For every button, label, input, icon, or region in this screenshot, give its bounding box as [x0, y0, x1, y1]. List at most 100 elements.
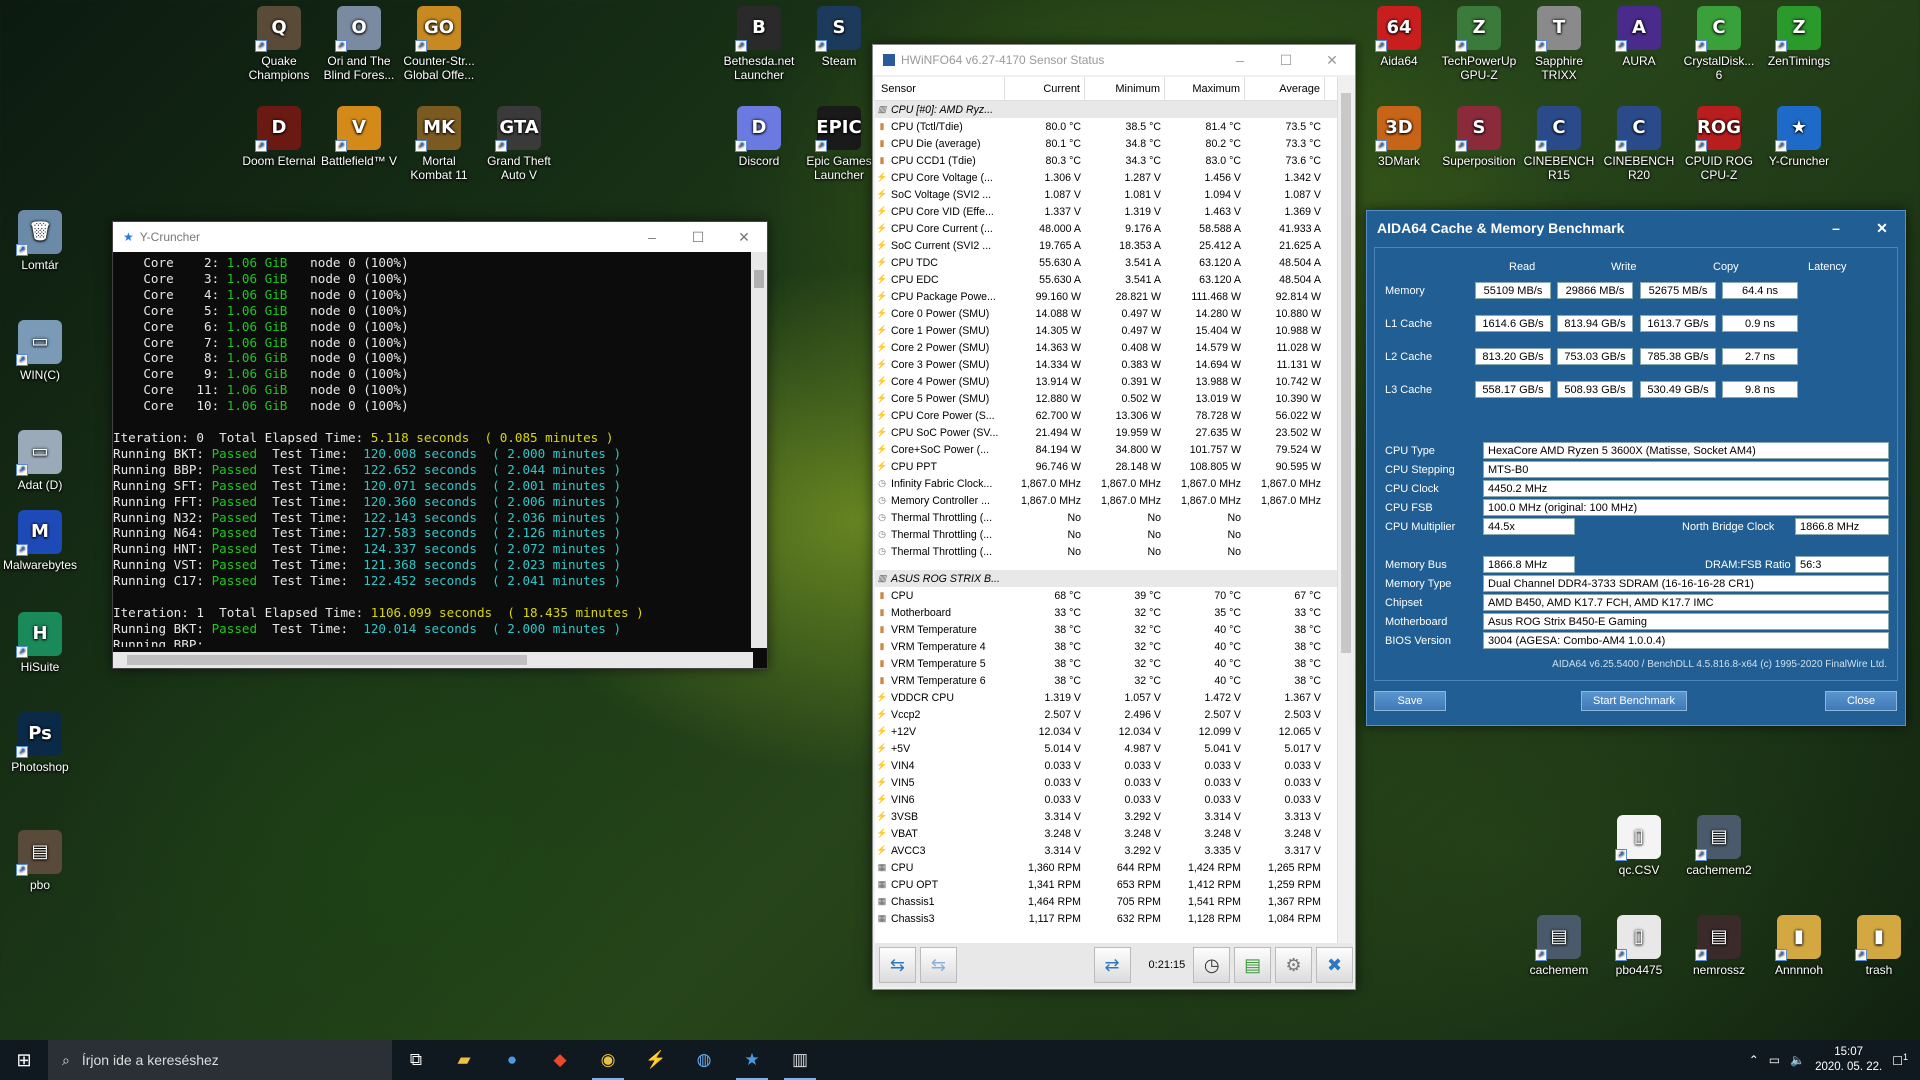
sensor-row[interactable]: ▮ VRM Temperature 5 38 °C 32 °C 40 °C 38 °C — [875, 655, 1337, 672]
sensor-row[interactable]: ⚡ 3VSB 3.314 V 3.292 V 3.314 V 3.313 V — [875, 808, 1337, 825]
console-horizontal-scrollbar[interactable] — [113, 652, 753, 668]
desktop-icon[interactable]: ▤ ↗ cachemem — [1517, 915, 1601, 977]
desktop-icon[interactable]: D ↗ Discord — [717, 106, 801, 168]
close-button[interactable]: ✕ — [1859, 213, 1905, 243]
sensor-row[interactable]: ⚡ CPU EDC 55.630 A 3.541 A 63.120 A 48.504 A — [875, 271, 1337, 288]
search-box[interactable]: ⌕ Írjon ide a kereséshez — [48, 1040, 392, 1080]
desktop-icon[interactable]: T ↗ Sapphire TRIXX — [1517, 6, 1601, 82]
sensor-row[interactable]: ⚡ SoC Voltage (SVI2 ... 1.087 V 1.081 V 1.09… — [875, 186, 1337, 203]
console-vertical-scrollbar[interactable] — [751, 252, 767, 648]
desktop-icon[interactable]: ★ ↗ Y-Cruncher — [1757, 106, 1841, 168]
sensor-row[interactable]: ⚡ VIN4 0.033 V 0.033 V 0.033 V 0.033 V — [875, 757, 1337, 774]
close-button[interactable]: ✕ — [1309, 45, 1355, 75]
column-header-maximum[interactable]: Maximum — [1165, 77, 1245, 100]
start-benchmark-button[interactable]: Start Benchmark — [1581, 691, 1687, 711]
desktop-icon[interactable]: ▤ ↗ cachemem2 — [1677, 815, 1761, 877]
sensor-row[interactable]: ⚡ CPU TDC 55.630 A 3.541 A 63.120 A 48.504 A — [875, 254, 1337, 271]
close-benchmark-button[interactable]: Close — [1825, 691, 1897, 711]
desktop-icon[interactable]: C ↗ CINEBENCH R20 — [1597, 106, 1681, 182]
desktop-icon[interactable]: ▭ ↗ Adat (D) — [0, 430, 82, 492]
aida64-titlebar[interactable]: AIDA64 Cache & Memory Benchmark – ✕ — [1367, 211, 1905, 245]
sensor-row[interactable]: ⚡ CPU Core Voltage (... 1.306 V 1.287 V 1.45… — [875, 169, 1337, 186]
sensor-row[interactable]: ▦ CPU OPT 1,341 RPM 653 RPM 1,412 RPM 1,259 R… — [875, 876, 1337, 893]
desktop-icon[interactable]: EPIC ↗ Epic Games Launcher — [797, 106, 881, 182]
column-header-sensor[interactable]: Sensor — [875, 77, 1005, 100]
sensor-row[interactable]: ⚡ Core 0 Power (SMU) 14.088 W 0.497 W 14.280… — [875, 305, 1337, 322]
ycruncher-titlebar[interactable]: ★ Y-Cruncher – ☐ ✕ — [113, 222, 767, 252]
settings-button[interactable]: ⚙ — [1275, 947, 1313, 983]
ycruncher-taskbar-button[interactable]: ★ — [728, 1040, 776, 1080]
desktop-icon[interactable]: ▮ ↗ Annnnoh — [1757, 915, 1841, 977]
sensor-table[interactable]: Sensor Current Minimum Maximum Average ▥… — [875, 77, 1337, 977]
sensor-row[interactable]: ◷ Infinity Fabric Clock... 1,867.0 MHz 1,86… — [875, 475, 1337, 492]
desktop-icon[interactable]: H ↗ HiSuite — [0, 612, 82, 674]
sensor-row[interactable]: ⚡ VIN5 0.033 V 0.033 V 0.033 V 0.033 V — [875, 774, 1337, 791]
sensor-row[interactable]: ▦ CPU 1,360 RPM 644 RPM 1,424 RPM 1,265 RPM — [875, 859, 1337, 876]
sensor-row[interactable]: ⚡ VIN6 0.033 V 0.033 V 0.033 V 0.033 V — [875, 791, 1337, 808]
desktop-icon[interactable]: S ↗ Steam — [797, 6, 881, 68]
desktop-icon[interactable]: ▯ ↗ qc.CSV — [1597, 815, 1681, 877]
hwinfo-window[interactable]: HWiNFO64 v6.27-4170 Sensor Status – ☐ ✕ … — [872, 44, 1356, 990]
desktop-icon[interactable]: ▤ ↗ nemrossz — [1677, 915, 1761, 977]
sensor-row[interactable]: ▦ Chassis3 1,117 RPM 632 RPM 1,128 RPM 1,084 … — [875, 910, 1337, 927]
sensor-row[interactable]: ⚡ VBAT 3.248 V 3.248 V 3.248 V 3.248 V — [875, 825, 1337, 842]
app-button-red[interactable]: ◆ — [536, 1040, 584, 1080]
minimize-button[interactable]: – — [1217, 45, 1263, 75]
desktop-icon[interactable]: 64 ↗ Aida64 — [1357, 6, 1441, 68]
speaker-icon[interactable]: 🔈 — [1790, 1053, 1805, 1067]
desktop-icon[interactable]: GO ↗ Counter-Str... Global Offe... — [397, 6, 481, 82]
sensor-row[interactable]: ⚡ +5V 5.014 V 4.987 V 5.041 V 5.017 V — [875, 740, 1337, 757]
sensor-row[interactable]: ⚡ CPU SoC Power (SV... 21.494 W 19.959 W 27.… — [875, 424, 1337, 441]
sensor-row[interactable]: ⚡ AVCC3 3.314 V 3.292 V 3.335 V 3.317 V — [875, 842, 1337, 859]
clock-button[interactable]: ◷ — [1193, 947, 1231, 983]
start-button[interactable]: ⊞ — [0, 1040, 48, 1080]
sensor-group-header[interactable]: ▥ ASUS ROG STRIX B... — [875, 570, 1337, 587]
scroll-thumb[interactable] — [754, 270, 764, 288]
sensor-row[interactable]: ▮ VRM Temperature 38 °C 32 °C 40 °C 38 °C — [875, 621, 1337, 638]
app-button-ryzen-master[interactable]: ● — [488, 1040, 536, 1080]
minimize-button[interactable]: – — [629, 222, 675, 252]
save-button[interactable]: Save — [1374, 691, 1446, 711]
sensor-row[interactable]: ⚡ Vccp2 2.507 V 2.496 V 2.507 V 2.503 V — [875, 706, 1337, 723]
desktop-icon[interactable]: V ↗ Battlefield™ V — [317, 106, 401, 168]
sensor-row[interactable]: ▮ CPU Die (average) 80.1 °C 34.8 °C 80.2 °C 7… — [875, 135, 1337, 152]
sensor-row[interactable]: ⚡ CPU Package Powe... 99.160 W 28.821 W 111.… — [875, 288, 1337, 305]
desktop-icon[interactable]: O ↗ Ori and The Blind Fores... — [317, 6, 401, 82]
sensor-row[interactable]: ▮ Motherboard 33 °C 32 °C 35 °C 33 °C — [875, 604, 1337, 621]
notification-center-icon[interactable]: ☐1 — [1892, 1052, 1908, 1068]
sensor-row[interactable]: ⚡ CPU Core Current (... 48.000 A 9.176 A 58.… — [875, 220, 1337, 237]
aida64-window[interactable]: AIDA64 Cache & Memory Benchmark – ✕ Read… — [1366, 210, 1906, 726]
sensor-row[interactable]: ⚡ VDDCR CPU 1.319 V 1.057 V 1.472 V 1.367 V — [875, 689, 1337, 706]
maximize-button[interactable]: ☐ — [675, 222, 721, 252]
chevron-up-icon[interactable]: ⌃ — [1749, 1053, 1759, 1067]
scroll-thumb[interactable] — [127, 655, 527, 665]
network-icon[interactable]: ▭ — [1769, 1053, 1780, 1067]
sensor-row[interactable]: ⚡ SoC Current (SVI2 ... 19.765 A 18.353 A 25… — [875, 237, 1337, 254]
sensor-row[interactable]: ◷ Memory Controller ... 1,867.0 MHz 1,867.0… — [875, 492, 1337, 509]
task-view-button[interactable]: ⧉ — [392, 1040, 440, 1080]
desktop-icon[interactable]: C ↗ CrystalDisk... 6 — [1677, 6, 1761, 82]
desktop-icon[interactable]: B ↗ Bethesda.net Launcher — [717, 6, 801, 82]
sensor-row[interactable]: ▦ Chassis1 1,464 RPM 705 RPM 1,541 RPM 1,367 … — [875, 893, 1337, 910]
sensor-row[interactable]: ⚡ CPU Core Power (S... 62.700 W 13.306 W 78.… — [875, 407, 1337, 424]
column-header-average[interactable]: Average — [1245, 77, 1325, 100]
desktop-icon[interactable]: M ↗ Malwarebytes — [0, 510, 82, 572]
maximize-button[interactable]: ☐ — [1263, 45, 1309, 75]
minimize-button[interactable]: – — [1813, 213, 1859, 243]
sensor-row[interactable]: ▮ VRM Temperature 4 38 °C 32 °C 40 °C 38 °C — [875, 638, 1337, 655]
sensor-row[interactable]: ▮ CPU CCD1 (Tdie) 80.3 °C 34.3 °C 83.0 °C 73.… — [875, 152, 1337, 169]
desktop-icon[interactable]: C ↗ CINEBENCH R15 — [1517, 106, 1601, 182]
sensor-row[interactable]: ▮ CPU (Tctl/Tdie) 80.0 °C 38.5 °C 81.4 °C 73.… — [875, 118, 1337, 135]
sensor-row[interactable]: ◷ Thermal Throttling (... No No No — [875, 509, 1337, 526]
sensor-row[interactable]: ⚡ Core+SoC Power (... 84.194 W 34.800 W 101.… — [875, 441, 1337, 458]
sensor-row[interactable]: ⚡ Core 3 Power (SMU) 14.334 W 0.383 W 14.694… — [875, 356, 1337, 373]
sensor-row[interactable]: ◷ Thermal Throttling (... No No No — [875, 526, 1337, 543]
hwinfo-titlebar[interactable]: HWiNFO64 v6.27-4170 Sensor Status – ☐ ✕ — [873, 45, 1355, 75]
desktop-icon[interactable]: ▤ ↗ pbo — [0, 830, 82, 892]
desktop-icon[interactable]: Ps ↗ Photoshop — [0, 712, 82, 774]
desktop-icon[interactable]: 3D ↗ 3DMark — [1357, 106, 1441, 168]
desktop-icon[interactable]: D ↗ Doom Eternal — [237, 106, 321, 168]
sensor-row[interactable]: ▮ VRM Temperature 6 38 °C 32 °C 40 °C 38 °C — [875, 672, 1337, 689]
network-button[interactable]: ⇄ — [1093, 947, 1131, 983]
ycruncher-window[interactable]: ★ Y-Cruncher – ☐ ✕ Core 2: 1.06 GiB node… — [112, 221, 768, 669]
